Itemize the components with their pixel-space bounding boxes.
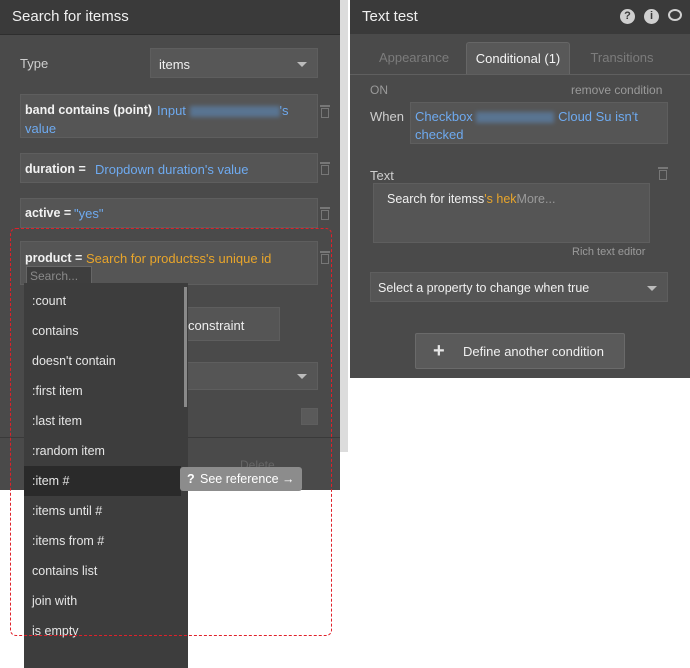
help-icon[interactable]: ? — [620, 9, 635, 24]
redacted-blur — [189, 106, 280, 118]
text-plain: Search for itemss — [387, 192, 485, 206]
constraint-1[interactable]: band contains (point) Input 's value — [20, 94, 318, 138]
condition-expression[interactable]: Checkbox Cloud Su isn't checked — [410, 102, 668, 144]
on-label: ON — [370, 83, 388, 97]
rich-text-editor-link[interactable]: Rich text editor — [572, 246, 645, 258]
constraint-value-tail[interactable]: value — [25, 121, 56, 136]
trash-icon[interactable] — [657, 167, 669, 181]
constraint-value[interactable]: "yes" — [74, 206, 103, 221]
type-dropdown[interactable]: items — [150, 48, 318, 78]
trash-icon[interactable] — [319, 207, 331, 221]
tab-conditional[interactable]: Conditional (1) — [466, 42, 570, 74]
condition-tail: checked — [415, 127, 464, 142]
constraint-value[interactable]: Input 's — [157, 103, 289, 118]
panel-title: Text test — [362, 8, 418, 25]
define-condition-button[interactable]: + Define another condition — [415, 333, 625, 369]
text-label: Text — [370, 168, 394, 183]
condition-prefix: Checkbox — [415, 109, 473, 124]
constraint-2[interactable]: duration = Dropdown duration's value — [20, 153, 318, 183]
tab-transitions[interactable]: Transitions — [576, 42, 668, 74]
trash-icon[interactable] — [319, 105, 331, 119]
type-label: Type — [20, 56, 49, 71]
chevron-down-icon — [297, 62, 307, 67]
text-orange: 's hek — [484, 192, 517, 206]
when-label: When — [370, 109, 404, 124]
constraint-key: active = — [25, 206, 72, 220]
constraint-value[interactable]: Dropdown duration's value — [95, 162, 249, 177]
tab-appearance[interactable]: Appearance — [364, 42, 464, 74]
plus-icon: + — [433, 340, 445, 362]
constraint-key: band contains (point) — [25, 103, 153, 117]
text-value-editor[interactable]: Search for itemss's hekMore... — [373, 183, 650, 243]
constraint-3[interactable]: active = "yes" — [20, 198, 318, 228]
redacted-blur — [476, 112, 555, 124]
highlight-box — [10, 228, 332, 636]
chevron-down-icon — [647, 286, 657, 291]
constraint-key: duration = — [25, 162, 86, 176]
condition-suffix: Cloud Su isn't — [558, 109, 638, 124]
scrollbar[interactable] — [340, 0, 348, 452]
type-value: items — [159, 57, 191, 72]
panel-title: Search for itemss — [12, 8, 129, 25]
comment-icon[interactable] — [668, 9, 682, 21]
more-link[interactable]: More... — [517, 192, 556, 206]
info-icon[interactable]: i — [644, 9, 659, 24]
divider — [350, 74, 690, 75]
remove-condition-link[interactable]: remove condition — [571, 83, 662, 97]
property-select[interactable]: Select a property to change when true — [370, 272, 668, 302]
trash-icon[interactable] — [319, 162, 331, 176]
